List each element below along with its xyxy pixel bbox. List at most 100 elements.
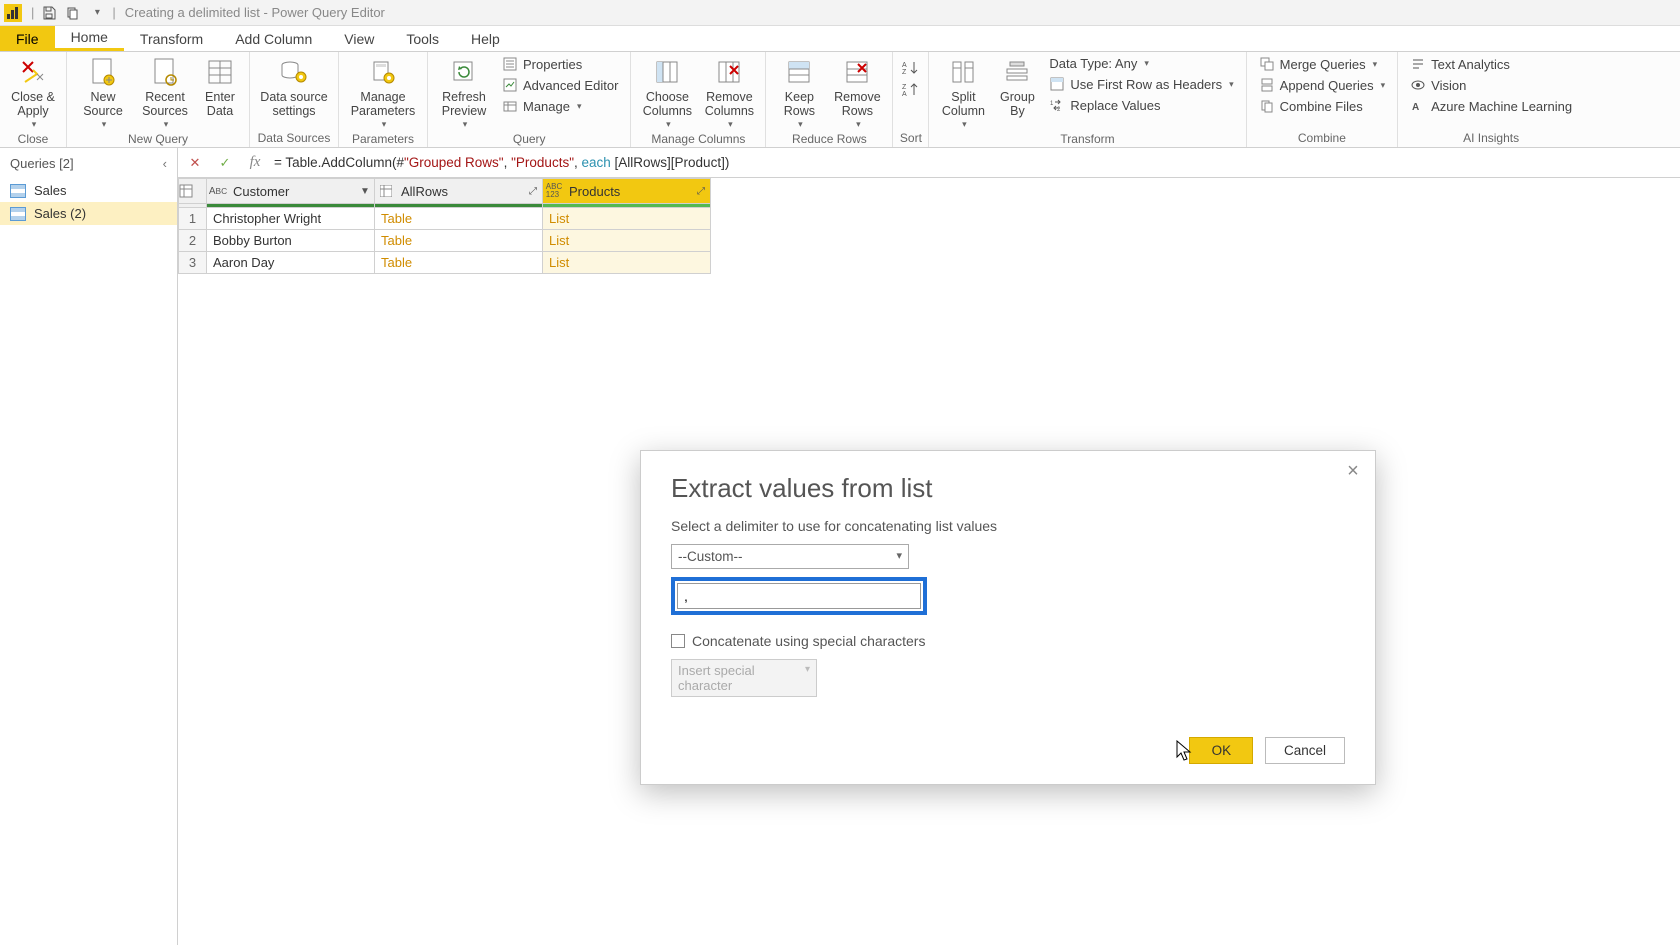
replace-values-button[interactable]: 12 Replace Values (1043, 95, 1239, 115)
ribbon-group-new-query: New Source▾ Recent Sources▾ Enter Data N… (67, 52, 250, 147)
remove-columns-label: Remove Columns (701, 90, 757, 119)
col-header-allrows[interactable]: AllRows ⤢ (375, 179, 543, 204)
data-type-button[interactable]: Data Type: Any▾ (1043, 54, 1239, 73)
first-row-icon (1049, 76, 1065, 92)
dialog-close-icon[interactable]: × (1341, 459, 1365, 483)
col-header-products[interactable]: ABC123 Products ⤢ (543, 179, 711, 204)
sort-asc-button[interactable]: AZ (900, 58, 922, 78)
delimiter-select[interactable]: --Custom-- (671, 544, 909, 569)
ok-button[interactable]: OK (1189, 737, 1253, 764)
recent-sources-button[interactable]: Recent Sources▾ (135, 54, 195, 131)
new-source-button[interactable]: New Source▾ (73, 54, 133, 131)
cell-allrows[interactable]: Table (375, 208, 543, 230)
filter-dropdown-icon[interactable]: ▼ (356, 186, 374, 197)
row-number: 1 (179, 208, 207, 230)
group-by-button[interactable]: Group By (993, 54, 1041, 121)
group-label-query: Query (434, 131, 624, 148)
manage-parameters-button[interactable]: Manage Parameters▾ (345, 54, 421, 131)
formula-commit-icon[interactable]: ✓ (214, 152, 236, 174)
properties-button[interactable]: Properties (496, 54, 624, 74)
custom-delimiter-input[interactable] (677, 583, 921, 609)
cell-customer[interactable]: Bobby Burton (207, 230, 375, 252)
group-label-new-query: New Query (73, 131, 243, 148)
col-header-customer[interactable]: ABC Customer ▼ (207, 179, 375, 204)
app-icon (4, 4, 22, 22)
col-name: Customer (229, 184, 356, 199)
cell-products[interactable]: List (543, 208, 711, 230)
table-row[interactable]: 2 Bobby Burton Table List (179, 230, 711, 252)
undo-icon[interactable] (64, 4, 82, 22)
keep-rows-button[interactable]: Keep Rows▾ (772, 54, 826, 131)
combine-files-button[interactable]: Combine Files (1253, 96, 1391, 116)
refresh-preview-label: Refresh Preview (436, 90, 492, 119)
sort-desc-button[interactable]: ZA (900, 80, 922, 100)
ribbon-group-transform: Split Column▾ Group By Data Type: Any▾ U… (929, 52, 1246, 147)
data-grid: ABC Customer ▼ AllRows ⤢ (178, 178, 1680, 274)
enter-data-button[interactable]: Enter Data (197, 54, 243, 121)
cell-allrows[interactable]: Table (375, 252, 543, 274)
ribbon-group-data-sources: Data source settings Data Sources (250, 52, 339, 147)
merge-queries-button[interactable]: Merge Queries▾ (1253, 54, 1391, 74)
table-row[interactable]: 1 Christopher Wright Table List (179, 208, 711, 230)
remove-columns-button[interactable]: Remove Columns▾ (699, 54, 759, 131)
data-source-settings-button[interactable]: Data source settings (256, 54, 332, 121)
formula-text[interactable]: = Table.AddColumn(#"Grouped Rows", "Prod… (274, 155, 729, 171)
cell-products[interactable]: List (543, 252, 711, 274)
tab-add-column[interactable]: Add Column (219, 26, 328, 51)
vision-button[interactable]: Vision (1404, 75, 1578, 95)
manage-label: Manage (523, 99, 570, 114)
tab-home[interactable]: Home (55, 26, 124, 51)
tab-file[interactable]: File (0, 26, 55, 51)
tab-transform[interactable]: Transform (124, 26, 219, 51)
close-apply-button[interactable]: Close & Apply▾ (6, 54, 60, 131)
expand-icon[interactable]: ⤢ (692, 186, 710, 197)
tab-help[interactable]: Help (455, 26, 516, 51)
formula-fx-icon[interactable]: fx (244, 152, 266, 174)
table-row[interactable]: 3 Aaron Day Table List (179, 252, 711, 274)
special-char-select: Insert special character (671, 659, 817, 697)
cell-products[interactable]: List (543, 230, 711, 252)
remove-rows-button[interactable]: Remove Rows▾ (828, 54, 886, 131)
query-item-sales-2[interactable]: Sales (2) (0, 202, 177, 225)
properties-icon (502, 56, 518, 72)
expand-icon[interactable]: ⤢ (524, 186, 542, 197)
combine-files-icon (1259, 98, 1275, 114)
custom-delimiter-highlight (671, 577, 927, 615)
replace-values-icon: 12 (1049, 97, 1065, 113)
formula-segment: each (582, 155, 611, 170)
formula-segment: "Grouped Rows" (404, 155, 504, 170)
grid-corner[interactable] (179, 179, 207, 204)
combine-files-label: Combine Files (1280, 99, 1363, 114)
text-analytics-button[interactable]: Text Analytics (1404, 54, 1578, 74)
tab-view[interactable]: View (328, 26, 390, 51)
formula-cancel-icon[interactable]: ✕ (184, 152, 206, 174)
qat-dropdown-icon[interactable]: ▾ (88, 4, 106, 22)
use-first-row-button[interactable]: Use First Row as Headers▾ (1043, 74, 1239, 94)
choose-columns-button[interactable]: Choose Columns▾ (637, 54, 697, 131)
azure-ml-button[interactable]: A Azure Machine Learning (1404, 96, 1578, 116)
refresh-preview-button[interactable]: Refresh Preview▾ (434, 54, 494, 131)
advanced-editor-button[interactable]: Advanced Editor (496, 75, 624, 95)
split-column-button[interactable]: Split Column▾ (935, 54, 991, 131)
append-queries-button[interactable]: Append Queries▾ (1253, 75, 1391, 95)
group-label-data-sources: Data Sources (256, 130, 332, 147)
properties-label: Properties (523, 57, 582, 72)
new-source-label: New Source (75, 90, 131, 119)
formula-segment: , (504, 155, 512, 170)
collapse-queries-icon[interactable]: ‹ (163, 156, 167, 171)
special-chars-checkbox[interactable] (671, 634, 685, 648)
tab-tools[interactable]: Tools (390, 26, 455, 51)
ribbon-group-close: Close & Apply▾ Close (0, 52, 67, 147)
cell-allrows[interactable]: Table (375, 230, 543, 252)
enter-data-label: Enter Data (199, 90, 241, 119)
cancel-button[interactable]: Cancel (1265, 737, 1345, 764)
type-table-icon (375, 185, 397, 197)
manage-button[interactable]: Manage▾ (496, 96, 624, 116)
qat-separator-2: | (112, 5, 115, 20)
cell-customer[interactable]: Christopher Wright (207, 208, 375, 230)
vision-label: Vision (1431, 78, 1466, 93)
svg-text:A: A (902, 62, 907, 69)
save-icon[interactable] (40, 4, 58, 22)
query-item-sales[interactable]: Sales (0, 179, 177, 202)
cell-customer[interactable]: Aaron Day (207, 252, 375, 274)
